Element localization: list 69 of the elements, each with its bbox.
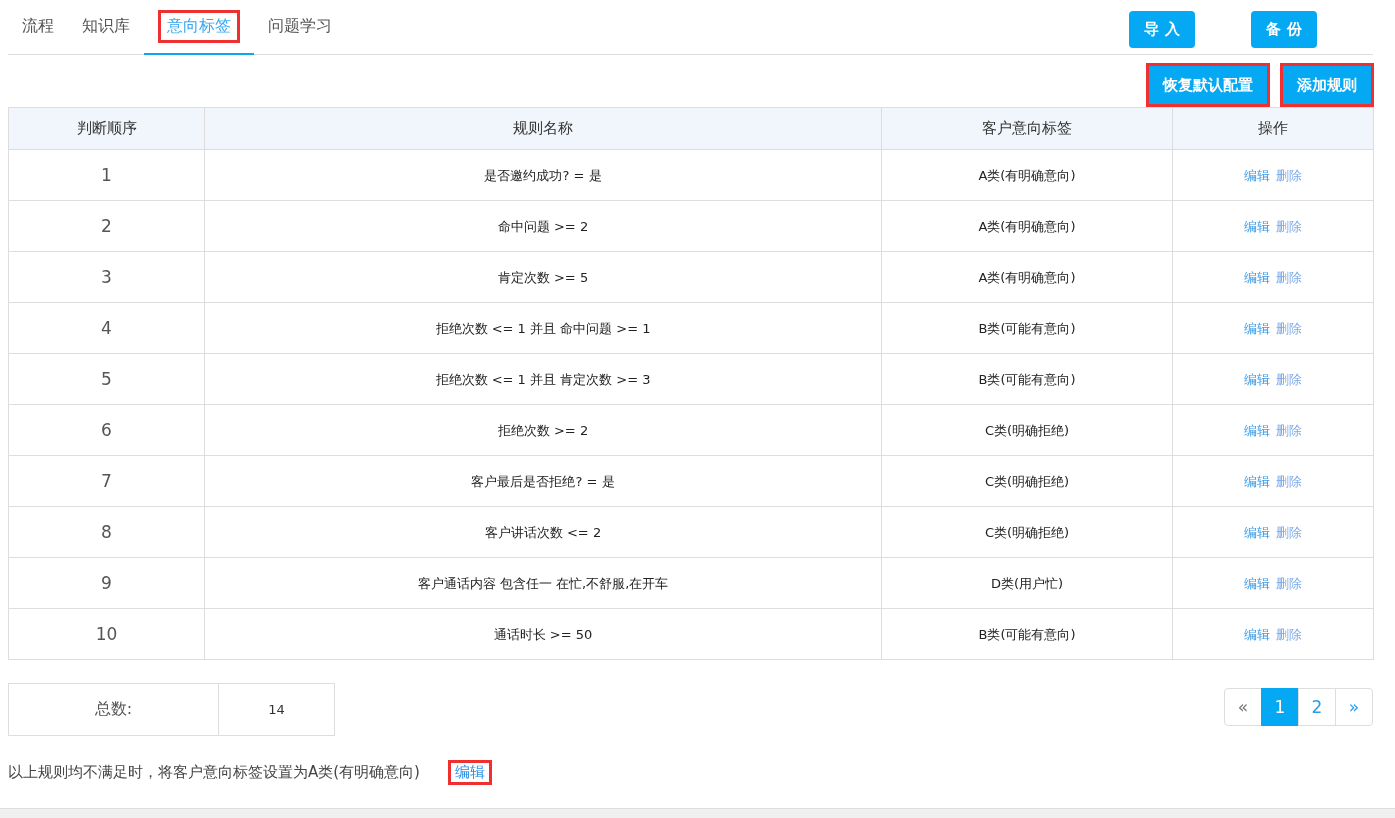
table-cell: A类(有明确意向): [881, 251, 1173, 303]
delete-link[interactable]: 删除: [1276, 626, 1302, 642]
import-button[interactable]: 导 入: [1129, 11, 1195, 48]
tab[interactable]: 知识库: [68, 0, 144, 55]
tab[interactable]: 意向标签: [144, 0, 254, 55]
next-page-button[interactable]: »: [1335, 688, 1373, 726]
table-cell: B类(可能有意向): [881, 302, 1173, 354]
table-cell: A类(有明确意向): [881, 149, 1173, 201]
table-cell: 通话时长 >= 50: [204, 608, 882, 660]
table-cell: 6: [8, 404, 205, 456]
restore-defaults-button[interactable]: 恢复默认配置: [1149, 66, 1267, 104]
delete-link[interactable]: 删除: [1276, 167, 1302, 183]
table-cell: 1: [8, 149, 205, 201]
edit-link[interactable]: 编辑: [1244, 320, 1270, 336]
tab[interactable]: 问题学习: [254, 0, 346, 55]
edit-link[interactable]: 编辑: [1244, 167, 1270, 183]
table-cell: 客户讲话次数 <= 2: [204, 506, 882, 558]
table-cell: 9: [8, 557, 205, 609]
page-button[interactable]: 2: [1298, 688, 1336, 726]
edit-link[interactable]: 编辑: [1244, 422, 1270, 438]
edit-link[interactable]: 编辑: [1244, 218, 1270, 234]
page-button[interactable]: 1: [1261, 688, 1299, 726]
column-header: 客户意向标签: [881, 107, 1173, 150]
table-cell: C类(明确拒绝): [881, 455, 1173, 507]
delete-link[interactable]: 删除: [1276, 524, 1302, 540]
edit-link[interactable]: 编辑: [1244, 371, 1270, 387]
table-cell: A类(有明确意向): [881, 200, 1173, 252]
delete-link[interactable]: 删除: [1276, 320, 1302, 336]
table-cell: 命中问题 >= 2: [204, 200, 882, 252]
table-cell: 客户最后是否拒绝? = 是: [204, 455, 882, 507]
table-cell: 5: [8, 353, 205, 405]
delete-link[interactable]: 删除: [1276, 575, 1302, 591]
table-cell: 10: [8, 608, 205, 660]
table-cell: 8: [8, 506, 205, 558]
edit-link[interactable]: 编辑: [1244, 524, 1270, 540]
table-cell: 拒绝次数 >= 2: [204, 404, 882, 456]
delete-link[interactable]: 删除: [1276, 422, 1302, 438]
table-cell: 客户通话内容 包含任一 在忙,不舒服,在开车: [204, 557, 882, 609]
edit-link[interactable]: 编辑: [1244, 626, 1270, 642]
table-cell: 3: [8, 251, 205, 303]
table-cell: 拒绝次数 <= 1 并且 命中问题 >= 1: [204, 302, 882, 354]
delete-link[interactable]: 删除: [1276, 269, 1302, 285]
table-cell: D类(用户忙): [881, 557, 1173, 609]
table-cell: 2: [8, 200, 205, 252]
column-header: 判断顺序: [8, 107, 205, 150]
edit-link[interactable]: 编辑: [1244, 269, 1270, 285]
delete-link[interactable]: 删除: [1276, 473, 1302, 489]
delete-link[interactable]: 删除: [1276, 218, 1302, 234]
table-cell: B类(可能有意向): [881, 608, 1173, 660]
edit-link[interactable]: 编辑: [1244, 575, 1270, 591]
backup-button[interactable]: 备 份: [1251, 11, 1317, 48]
column-header: 规则名称: [204, 107, 882, 150]
total-value: 14: [267, 701, 286, 719]
table-cell: 7: [8, 455, 205, 507]
delete-link[interactable]: 删除: [1276, 371, 1302, 387]
table-cell: B类(可能有意向): [881, 353, 1173, 405]
edit-link[interactable]: 编辑: [1244, 473, 1270, 489]
table-cell: 是否邀约成功? = 是: [204, 149, 882, 201]
table-cell: C类(明确拒绝): [881, 506, 1173, 558]
edit-link[interactable]: 编辑: [447, 760, 492, 785]
table-cell: 肯定次数 >= 5: [204, 251, 882, 303]
tab[interactable]: 流程: [8, 0, 68, 55]
total-label: 总数:: [9, 684, 219, 735]
column-header: 操作: [1172, 107, 1374, 150]
table-cell: 4: [8, 302, 205, 354]
table-cell: C类(明确拒绝): [881, 404, 1173, 456]
default-rule-text: 以上规则均不满足时，将客户意向标签设置为A类(有明确意向): [8, 763, 420, 782]
add-rule-button[interactable]: 添加规则: [1283, 66, 1371, 104]
table-cell: 拒绝次数 <= 1 并且 肯定次数 >= 3: [204, 353, 882, 405]
